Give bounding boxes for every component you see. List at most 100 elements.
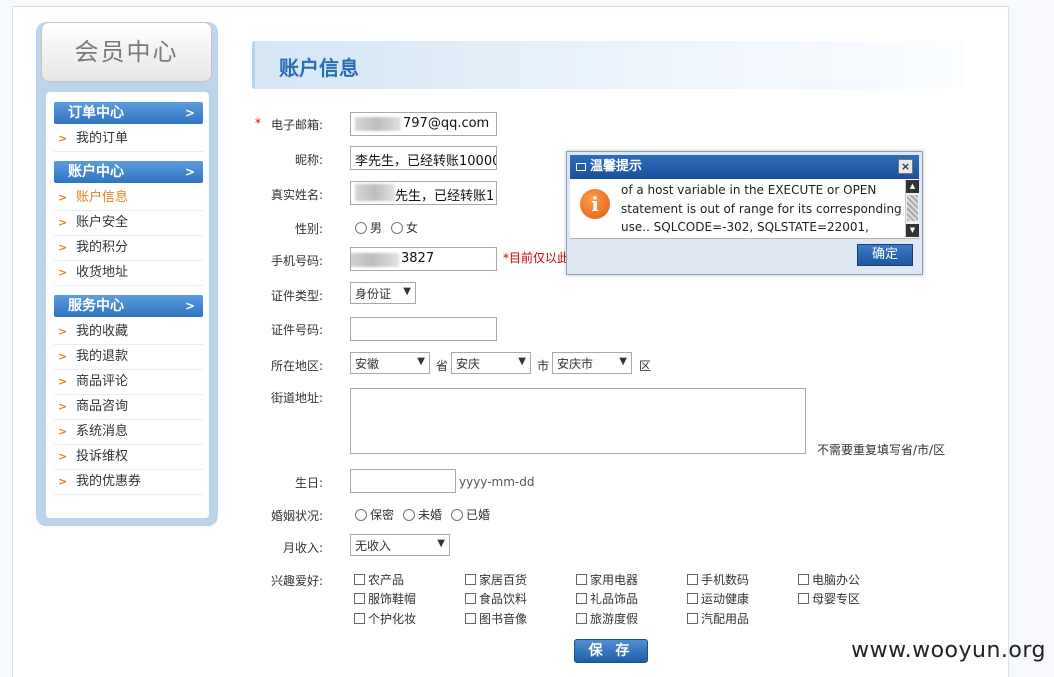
- chevron-down-icon: ▼: [518, 356, 526, 367]
- gender-male-radio[interactable]: 男: [355, 219, 382, 236]
- page-title: 账户信息: [279, 56, 359, 80]
- mobile-value: 3827: [401, 251, 435, 266]
- id-type-select[interactable]: 身份证 ▼: [350, 282, 416, 304]
- hobby-label: 礼品饰品: [590, 592, 639, 606]
- sidebar-section-account[interactable]: 账户中心 >: [54, 161, 203, 183]
- sidebar-section-service[interactable]: 服务中心 >: [54, 295, 203, 317]
- street-textarea[interactable]: [350, 388, 806, 454]
- item-label: 我的退款: [76, 349, 129, 364]
- redaction-blur: [355, 184, 395, 201]
- hobby-checkbox[interactable]: 家用电器: [576, 571, 638, 588]
- scroll-down-icon[interactable]: ▼: [906, 224, 919, 237]
- bullet-icon: >: [58, 216, 68, 229]
- birthday-field[interactable]: [350, 469, 456, 493]
- radio-icon: [355, 222, 367, 234]
- sidebar-item-my-orders[interactable]: > 我的订单: [54, 127, 203, 152]
- nickname-value: 李先生，已经转账10000: [355, 154, 497, 169]
- hobby-label: 个护化妆: [368, 612, 417, 626]
- id-number-field[interactable]: [350, 317, 497, 341]
- gender-label: 性别:: [294, 222, 323, 236]
- chevron-right-icon: >: [184, 299, 195, 313]
- sidebar-item-complaints[interactable]: > 投诉维权: [54, 445, 203, 470]
- marital-single-radio[interactable]: 未婚: [403, 506, 442, 523]
- region-label: 所在地区:: [270, 359, 323, 373]
- radio-icon: [451, 509, 463, 521]
- section-label: 服务中心: [68, 298, 124, 314]
- dialog-scrollbar[interactable]: ▲ ▼: [905, 180, 919, 237]
- email-field[interactable]: 797@qq.com: [350, 112, 497, 136]
- sidebar-section-orders[interactable]: 订单中心 >: [54, 102, 203, 124]
- mobile-hint: *目前仅以此: [503, 251, 569, 265]
- hobby-checkbox[interactable]: 服饰鞋帽: [354, 590, 416, 607]
- hobby-checkbox[interactable]: 电脑办公: [798, 571, 860, 588]
- sidebar-item-address[interactable]: > 收货地址: [54, 261, 203, 286]
- ok-button[interactable]: 确定: [857, 244, 913, 266]
- hobby-checkbox[interactable]: 礼品饰品: [576, 590, 638, 607]
- sidebar-item-coupons[interactable]: > 我的优惠券: [54, 470, 203, 495]
- city-select[interactable]: 安庆 ▼: [451, 352, 531, 374]
- sidebar-item-inquiries[interactable]: > 商品咨询: [54, 395, 203, 420]
- district-value: 安庆市: [557, 357, 594, 371]
- hobby-checkbox[interactable]: 个护化妆: [354, 610, 416, 627]
- hobby-checkbox[interactable]: 家居百货: [465, 571, 527, 588]
- checkbox-icon: [576, 593, 587, 604]
- hobby-checkbox[interactable]: 旅游度假: [576, 610, 638, 627]
- chevron-down-icon: ▼: [403, 286, 411, 297]
- save-button[interactable]: 保 存: [574, 639, 648, 663]
- checkbox-icon: [687, 574, 698, 585]
- sidebar-item-account-info[interactable]: > 账户信息: [54, 186, 203, 211]
- scroll-thumb[interactable]: [907, 195, 918, 221]
- bullet-icon: >: [58, 350, 68, 363]
- district-suffix: 区: [639, 359, 652, 373]
- sidebar: 会员中心 订单中心 > > 我的订单 账户中心 > > 账户信息 > 账户安全 > 我的积分…: [36, 22, 218, 526]
- checkbox-icon: [687, 593, 698, 604]
- radio-icon: [403, 509, 415, 521]
- mobile-field[interactable]: 3827: [350, 247, 497, 271]
- province-select[interactable]: 安徽 ▼: [350, 352, 430, 374]
- sidebar-menu: 订单中心 > > 我的订单 账户中心 > > 账户信息 > 账户安全 > 我的积分 > 收货地…: [46, 92, 209, 518]
- id-type-value: 身份证: [355, 287, 392, 301]
- income-label: 月收入:: [282, 541, 323, 555]
- realname-field[interactable]: 先生，已经转账1: [350, 181, 497, 205]
- hobby-checkbox[interactable]: 图书音像: [465, 610, 527, 627]
- checkbox-icon: [798, 574, 809, 585]
- watermark: www.wooyun.org: [851, 638, 1046, 663]
- marital-married-radio[interactable]: 已婚: [451, 506, 490, 523]
- hobby-checkbox[interactable]: 食品饮料: [465, 590, 527, 607]
- hobby-checkbox[interactable]: 农产品: [354, 571, 404, 588]
- sidebar-item-refunds[interactable]: > 我的退款: [54, 345, 203, 370]
- province-suffix: 省: [436, 359, 449, 373]
- nickname-field[interactable]: 李先生，已经转账10000: [350, 146, 497, 170]
- hobby-label: 家用电器: [590, 573, 639, 587]
- mobile-label: 手机号码:: [270, 254, 323, 268]
- realname-value: 先生，已经转账1: [395, 189, 495, 204]
- hobby-checkbox[interactable]: 运动健康: [687, 590, 749, 607]
- dialog-title-bar[interactable]: 温馨提示 ×: [570, 155, 919, 179]
- income-select[interactable]: 无收入 ▼: [350, 534, 450, 556]
- checkbox-icon: [354, 574, 365, 585]
- sidebar-item-messages[interactable]: > 系统消息: [54, 420, 203, 445]
- checkbox-icon: [354, 593, 365, 604]
- bullet-icon: >: [58, 450, 68, 463]
- sidebar-item-reviews[interactable]: > 商品评论: [54, 370, 203, 395]
- income-value: 无收入: [355, 539, 392, 553]
- marital-label: 婚姻状况:: [270, 509, 323, 523]
- option-label: 未婚: [418, 508, 443, 522]
- chevron-right-icon: >: [184, 165, 195, 179]
- hobby-checkbox[interactable]: 汽配用品: [687, 610, 749, 627]
- scroll-up-icon[interactable]: ▲: [906, 180, 919, 193]
- hobby-checkbox[interactable]: 手机数码: [687, 571, 749, 588]
- checkbox-icon: [465, 574, 476, 585]
- sidebar-item-account-security[interactable]: > 账户安全: [54, 211, 203, 236]
- hobby-checkbox[interactable]: 母婴专区: [798, 590, 860, 607]
- close-button[interactable]: ×: [898, 159, 913, 174]
- chevron-down-icon: ▼: [417, 356, 425, 367]
- item-label: 我的优惠券: [76, 474, 142, 489]
- sidebar-item-favorites[interactable]: > 我的收藏: [54, 320, 203, 345]
- marital-secret-radio[interactable]: 保密: [355, 506, 394, 523]
- district-select[interactable]: 安庆市 ▼: [552, 352, 632, 374]
- bullet-icon: >: [58, 132, 68, 145]
- sidebar-item-points[interactable]: > 我的积分: [54, 236, 203, 261]
- gender-female-radio[interactable]: 女: [391, 219, 418, 236]
- email-value: 797@qq.com: [403, 116, 490, 131]
